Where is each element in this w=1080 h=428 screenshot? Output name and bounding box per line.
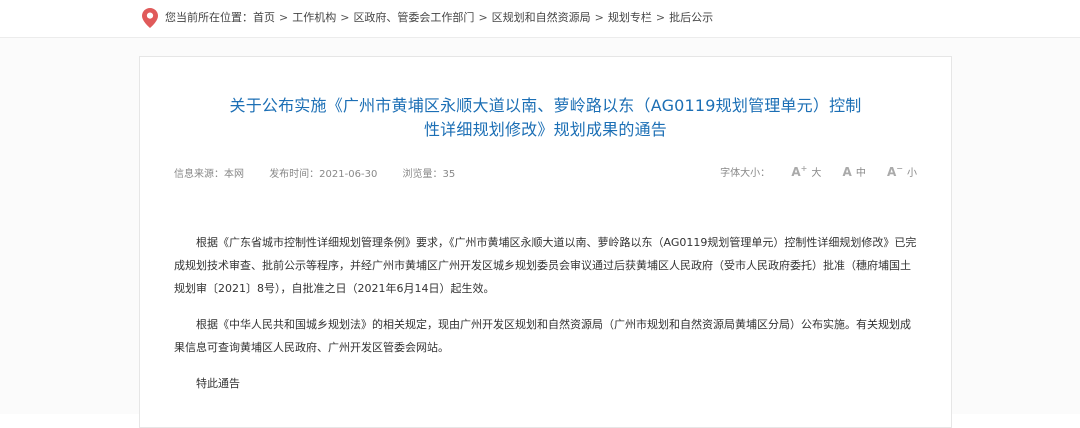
article-title-line2: 性详细规划修改》规划成果的通告 <box>423 120 667 139</box>
breadcrumb-separator: > <box>340 11 350 24</box>
article-body: 根据《广东省城市控制性详细规划管理条例》要求，《广州市黄埔区永顺大道以南、萝岭路… <box>174 231 919 408</box>
font-size-label: 字体大小： <box>720 168 771 179</box>
breadcrumb-planning-bureau[interactable]: 区规划和自然资源局 <box>492 11 591 25</box>
font-decrease-icon: A− <box>887 164 903 179</box>
font-size-large-button[interactable]: A+ 大 <box>791 164 821 179</box>
location-pin-icon <box>142 8 158 28</box>
breadcrumb-bar: 您当前所在位置：首页 > 工作机构 > 区政府、管委会工作部门 > 区规划和自然资源局 > 规划… <box>0 0 1080 38</box>
article-paragraph: 根据《中华人民共和国城乡规划法》的相关规定，现由广州开发区规划和自然资源局（广州… <box>174 318 911 354</box>
breadcrumb-separator: > <box>478 11 488 24</box>
font-size-medium-button[interactable]: A中 <box>842 164 866 180</box>
font-size-small-button[interactable]: A− 小 <box>887 164 917 179</box>
breadcrumb-separator: > <box>594 11 604 24</box>
info-source: 信息来源：本网 <box>174 169 244 180</box>
breadcrumb-home[interactable]: 首页 <box>253 11 275 25</box>
breadcrumb-prefix: 您当前所在位置： <box>165 11 253 24</box>
font-increase-icon: A+ <box>791 164 808 179</box>
publish-time: 发布时间：2021-06-30 <box>269 169 378 180</box>
breadcrumb-planning-column[interactable]: 规划专栏 <box>608 11 652 25</box>
breadcrumb-work-agencies[interactable]: 工作机构 <box>292 11 336 25</box>
article-meta: 信息来源：本网 发布时间：2021-06-30 浏览量：35 <box>174 165 477 180</box>
breadcrumb-separator: > <box>279 11 289 24</box>
view-count: 浏览量：35 <box>402 169 456 180</box>
article-title: 关于公布实施《广州市黄埔区永顺大道以南、萝岭路以东（AG0119规划管理单元）控… <box>180 94 911 142</box>
breadcrumb: 您当前所在位置：首页 > 工作机构 > 区政府、管委会工作部门 > 区规划和自然资源局 > 规划… <box>165 11 713 25</box>
breadcrumb-post-approval-notice[interactable]: 批后公示 <box>669 11 713 25</box>
font-size-large-label: 大 <box>811 168 822 179</box>
article-paragraph: 根据《广东省城市控制性详细规划管理条例》要求，《广州市黄埔区永顺大道以南、萝岭路… <box>174 236 917 295</box>
article-closing: 特此通告 <box>196 377 240 390</box>
font-size-medium-label: 中 <box>855 168 866 179</box>
font-size-small-label: 小 <box>907 168 917 179</box>
breadcrumb-government-departments[interactable]: 区政府、管委会工作部门 <box>353 11 474 25</box>
article-panel: 关于公布实施《广州市黄埔区永顺大道以南、萝岭路以东（AG0119规划管理单元）控… <box>139 56 952 428</box>
font-medium-icon: A <box>842 164 852 179</box>
breadcrumb-separator: > <box>655 11 666 24</box>
font-size-control: 字体大小： A+ 大 A中 A− 小 <box>720 164 917 179</box>
article-title-line1: 关于公布实施《广州市黄埔区永顺大道以南、萝岭路以东（AG0119规划管理单元）控… <box>229 96 862 115</box>
